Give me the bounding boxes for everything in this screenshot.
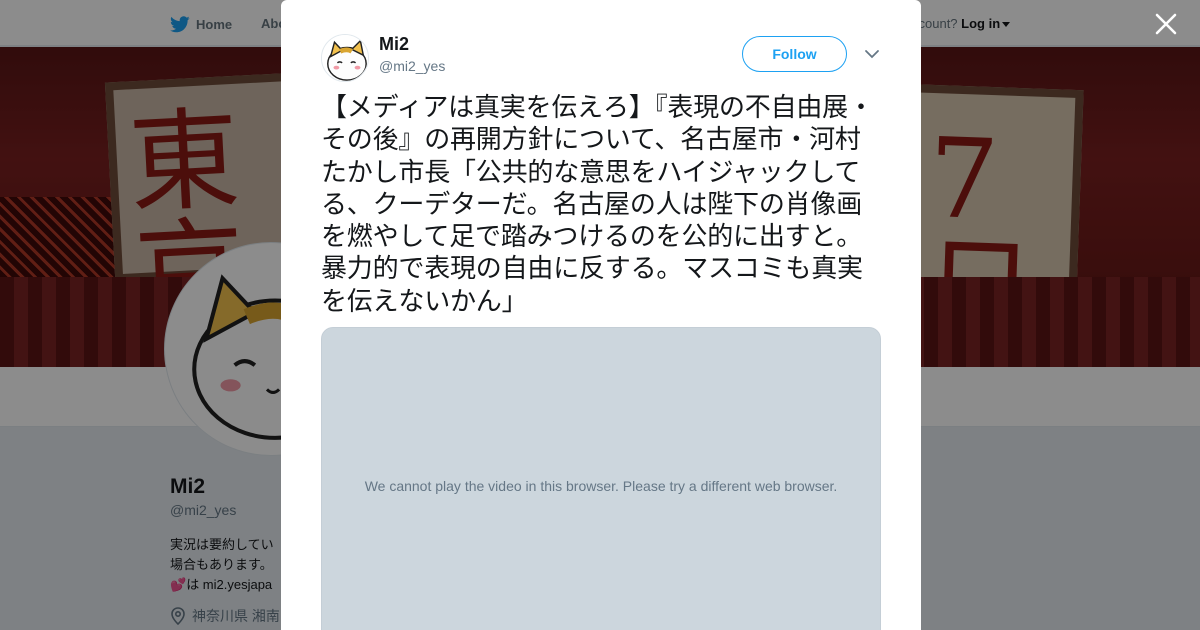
cat-avatar-icon xyxy=(322,35,368,81)
video-error-message: We cannot play the video in this browser… xyxy=(364,478,838,494)
tweet-text: 【メディアは真実を伝えろ】『表現の不自由展・その後』の再開方針について、名古屋市… xyxy=(321,93,874,317)
tweet-author-handle[interactable]: @mi2_yes xyxy=(379,58,445,74)
video-player[interactable]: We cannot play the video in this browser… xyxy=(321,327,881,630)
follow-button[interactable]: Follow xyxy=(742,36,847,72)
chevron-down-icon[interactable] xyxy=(864,46,880,62)
tweet-author-avatar[interactable] xyxy=(321,34,369,82)
close-icon[interactable] xyxy=(1154,12,1178,36)
tweet-author-name[interactable]: Mi2 xyxy=(379,34,409,55)
tweet-modal: Mi2 @mi2_yes Follow 【メディアは真実を伝えろ】『表現の不自由… xyxy=(281,0,921,630)
